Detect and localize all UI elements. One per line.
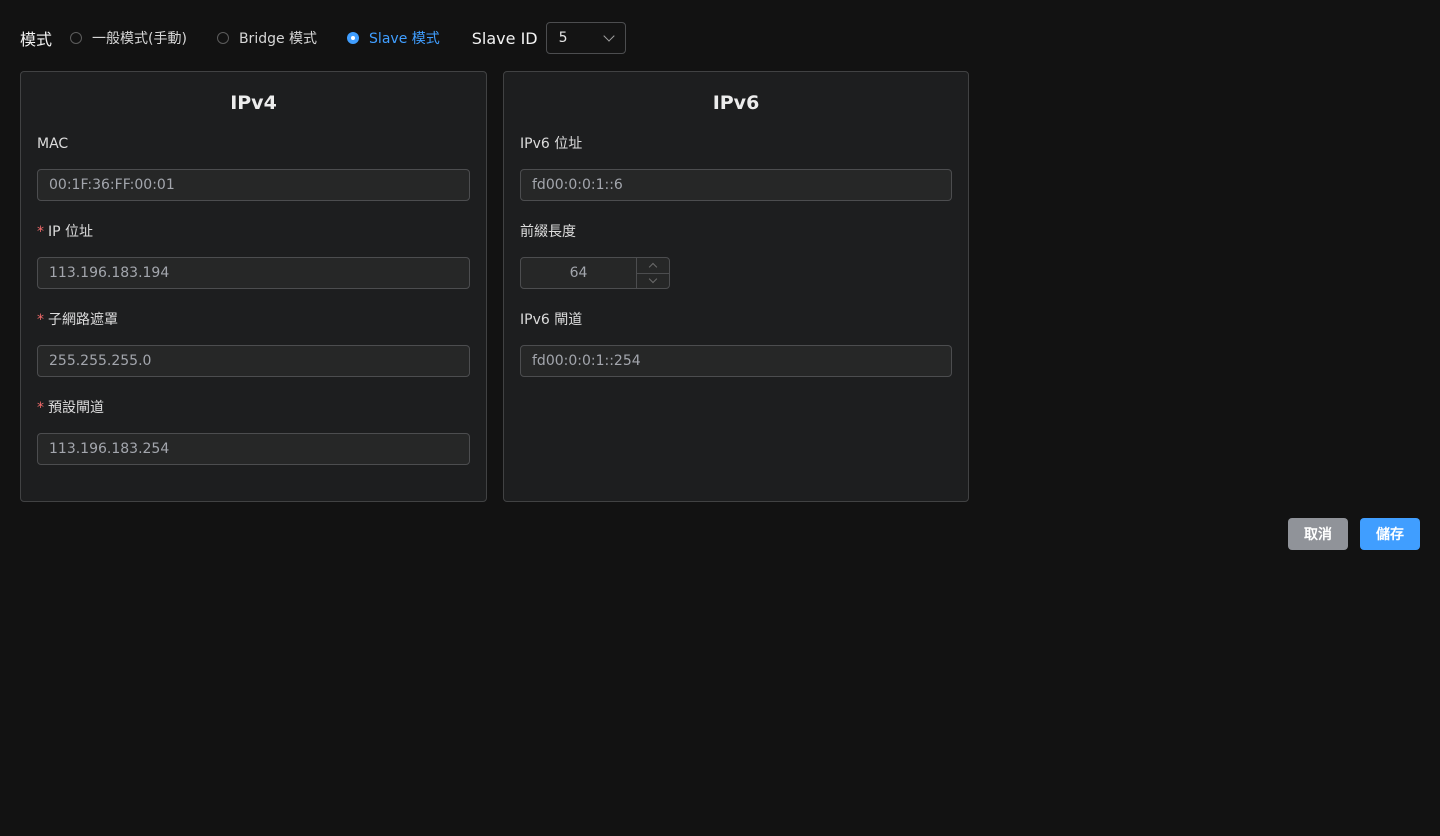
- ip-input[interactable]: 113.196.183.194: [37, 257, 470, 289]
- ipv6-address-field-group: IPv6 位址 fd00:0:0:1::6: [520, 134, 952, 201]
- slave-id-value: 5: [558, 30, 568, 46]
- radio-bridge-mode-label: Bridge 模式: [238, 31, 318, 47]
- ipv6-gateway-label-text: IPv6 閘道: [520, 312, 583, 328]
- ipv6-address-input[interactable]: fd00:0:0:1::6: [520, 169, 952, 201]
- mode-label: 模式: [20, 30, 53, 49]
- gateway-label-text: 預設閘道: [48, 400, 104, 416]
- ip-label-text: IP 位址: [48, 224, 94, 240]
- prefix-length-stepper[interactable]: 64: [520, 257, 670, 289]
- required-mark: *: [37, 400, 44, 416]
- ipv6-title: IPv6: [712, 92, 760, 114]
- chevron-up-icon: [648, 262, 658, 271]
- ipv6-address-label-text: IPv6 位址: [520, 136, 583, 152]
- radio-bridge-mode[interactable]: Bridge 模式: [216, 28, 318, 48]
- ipv4-title: IPv4: [230, 92, 277, 114]
- prefix-label-text: 前綴長度: [520, 224, 576, 240]
- cancel-button[interactable]: 取消: [1288, 518, 1348, 550]
- save-button[interactable]: 儲存: [1360, 518, 1420, 550]
- mac-label: MAC: [37, 134, 470, 154]
- prefix-label: 前綴長度: [520, 222, 952, 242]
- radio-manual-mode[interactable]: 一般模式(手動): [70, 28, 187, 48]
- subnet-field-group: * 子網路遮罩 255.255.255.0: [37, 310, 470, 377]
- gateway-field-group: * 預設閘道 113.196.183.254: [37, 398, 470, 465]
- radio-slave-mode[interactable]: Slave 模式: [347, 28, 440, 48]
- subnet-label: * 子網路遮罩: [37, 310, 470, 330]
- stepper-buttons: [636, 258, 669, 288]
- slave-id-label: Slave ID: [471, 28, 538, 48]
- prefix-length-value[interactable]: 64: [521, 258, 636, 288]
- chevron-down-icon: [648, 275, 658, 284]
- mac-label-text: MAC: [37, 136, 69, 152]
- stepper-increase-button[interactable]: [637, 258, 669, 274]
- mode-bar: 模式 一般模式(手動) Bridge 模式 Slave 模式 Slave ID …: [20, 22, 626, 54]
- subnet-label-text: 子網路遮罩: [48, 312, 118, 328]
- radio-checked-icon: [347, 32, 360, 44]
- subnet-input[interactable]: 255.255.255.0: [37, 345, 470, 377]
- mac-input[interactable]: 00:1F:36:FF:00:01: [37, 169, 470, 201]
- radio-slave-mode-label: Slave 模式: [369, 31, 440, 47]
- prefix-field-group: 前綴長度 64: [520, 222, 952, 289]
- ipv6-gateway-field-group: IPv6 閘道 fd00:0:0:1::254: [520, 310, 952, 377]
- ipv6-gateway-label: IPv6 閘道: [520, 310, 952, 330]
- ip-label: * IP 位址: [37, 222, 470, 242]
- required-mark: *: [37, 224, 44, 240]
- ipv4-card: IPv4 MAC 00:1F:36:FF:00:01 * IP 位址 113.19…: [20, 71, 487, 502]
- slave-id-select[interactable]: 5: [545, 22, 626, 54]
- ip-field-group: * IP 位址 113.196.183.194: [37, 222, 470, 289]
- ipv6-card: IPv6 IPv6 位址 fd00:0:0:1::6 前綴長度 64 IPv6 …: [503, 71, 969, 502]
- stepper-decrease-button[interactable]: [637, 274, 669, 289]
- gateway-input[interactable]: 113.196.183.254: [37, 433, 470, 465]
- gateway-label: * 預設閘道: [37, 398, 470, 418]
- mac-field-group: MAC 00:1F:36:FF:00:01: [37, 134, 470, 201]
- required-mark: *: [37, 312, 44, 328]
- radio-manual-mode-label: 一般模式(手動): [92, 31, 187, 47]
- chevron-down-icon: [602, 30, 615, 42]
- ipv6-address-label: IPv6 位址: [520, 134, 952, 154]
- radio-circle-icon: [216, 32, 229, 44]
- ipv6-gateway-input[interactable]: fd00:0:0:1::254: [520, 345, 952, 377]
- radio-circle-icon: [70, 32, 83, 44]
